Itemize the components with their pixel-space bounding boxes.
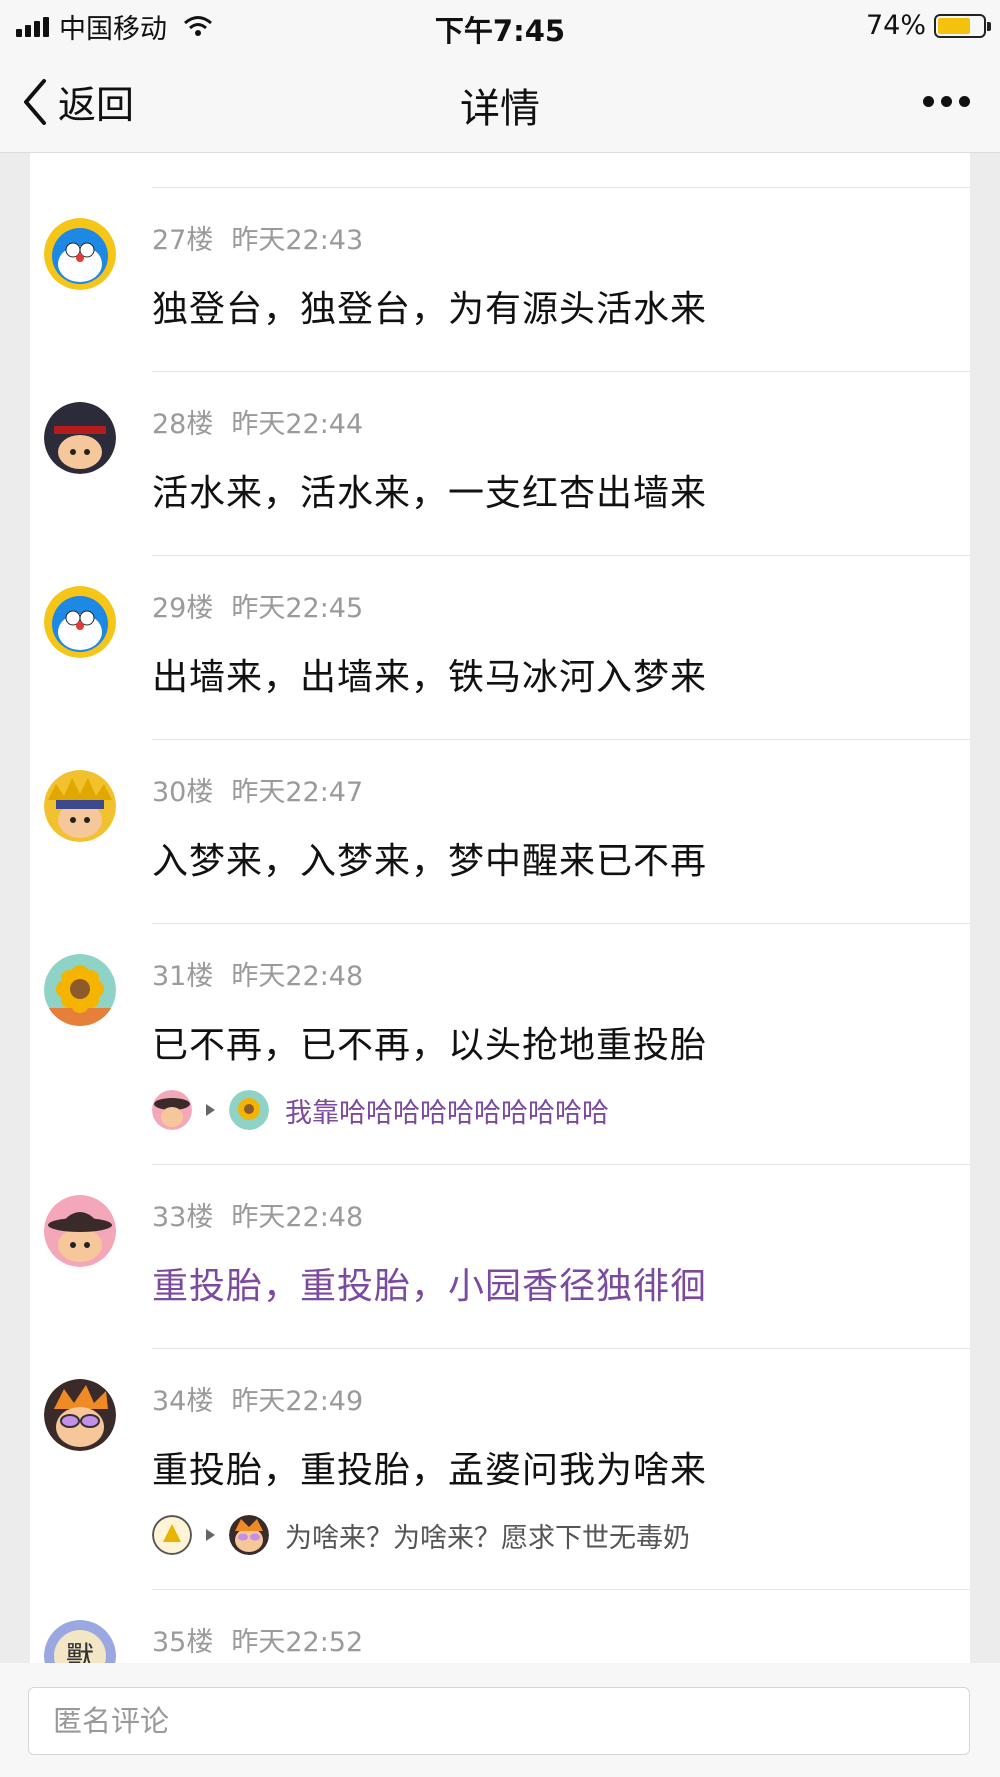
back-label: 返回 xyxy=(58,83,135,127)
black-hat-avatar[interactable] xyxy=(44,402,116,474)
reply-arrow-icon xyxy=(206,1104,215,1116)
comment-item: 33楼 昨天22:48 重投胎，重投胎，小园香径独徘徊 xyxy=(44,1165,970,1349)
comment-text: 重投胎，重投胎，孟婆问我为啥来 xyxy=(152,1450,708,1491)
beast-avatar[interactable]: 獸 xyxy=(44,1620,116,1663)
reply-target-avatar[interactable] xyxy=(229,1515,269,1555)
comment-text: 出墙来，出墙来，铁马冰河入梦来 xyxy=(152,657,708,698)
reply-row[interactable]: 为啥来？为啥来？愿求下世无毒奶 xyxy=(152,1513,690,1557)
back-button[interactable]: 返回 xyxy=(20,74,134,129)
reply-row[interactable]: 我靠哈哈哈哈哈哈哈哈哈哈 xyxy=(152,1088,609,1132)
replier-avatar[interactable] xyxy=(152,1515,192,1555)
floor-number: 33楼 xyxy=(152,1202,214,1233)
svg-text:獸: 獸 xyxy=(66,1640,94,1663)
floor-number: 30楼 xyxy=(152,777,214,808)
floor-number: 35楼 xyxy=(152,1627,214,1658)
comment-text: 独登台，独登台，为有源头活水来 xyxy=(152,289,708,330)
comment-text: 重投胎，重投胎，小园香径独徘徊 xyxy=(152,1266,708,1307)
comment-time: 昨天22:45 xyxy=(231,593,364,624)
more-icon[interactable] xyxy=(923,96,970,107)
wifi-icon xyxy=(184,16,212,36)
reply-arrow-icon xyxy=(206,1529,215,1541)
comment-time: 昨天22:47 xyxy=(231,777,364,808)
status-bar: 中国移动 下午7:45 74% xyxy=(0,0,1000,52)
comment-time: 昨天22:49 xyxy=(231,1386,364,1417)
sunglasses-avatar[interactable] xyxy=(44,1379,116,1451)
comment-input-bar: 匿名评论 xyxy=(0,1663,1000,1777)
comment-item: 34楼 昨天22:49 重投胎，重投胎，孟婆问我为啥来 为啥来？为啥来？愿求下世无… xyxy=(44,1349,970,1590)
comment-time: 昨天22:52 xyxy=(231,1627,364,1658)
comment-text: 入梦来，入梦来，梦中醒来已不再 xyxy=(152,841,708,882)
replier-avatar[interactable] xyxy=(152,1090,192,1130)
comment-item: 31楼 昨天22:48 已不再，已不再，以头抢地重投胎 我靠哈哈哈哈哈哈哈哈哈哈 xyxy=(44,924,970,1165)
floor-number: 34楼 xyxy=(152,1386,214,1417)
comment-item: 27楼 昨天22:43 独登台，独登台，为有源头活水来 xyxy=(44,187,970,372)
comment-time: 昨天22:44 xyxy=(231,409,364,440)
comment-time: 昨天22:43 xyxy=(231,225,364,256)
comment-item: 獸 35楼 昨天22:52 xyxy=(44,1590,970,1663)
chevron-left-icon xyxy=(24,78,46,125)
comment-text: 已不再，已不再，以头抢地重投胎 xyxy=(152,1025,708,1066)
page-title: 详情 xyxy=(460,86,540,132)
comment-time: 昨天22:48 xyxy=(231,1202,364,1233)
doraemon-avatar[interactable] xyxy=(44,218,116,290)
nav-bar: 返回 详情 xyxy=(0,52,1000,153)
signal-icon xyxy=(16,15,49,37)
anonymous-comment-input[interactable]: 匿名评论 xyxy=(28,1687,970,1755)
comment-text: 活水来，活水来，一支红杏出墙来 xyxy=(152,473,708,514)
comment-item: 28楼 昨天22:44 活水来，活水来，一支红杏出墙来 xyxy=(44,372,970,556)
comment-item: 30楼 昨天22:47 入梦来，入梦来，梦中醒来已不再 xyxy=(44,740,970,924)
battery-percent: 74% xyxy=(865,10,926,41)
comment-list: 27楼 昨天22:43 独登台，独登台，为有源头活水来 28楼 昨天22:44 活水… xyxy=(30,153,970,1663)
hat-avatar[interactable] xyxy=(44,1195,116,1267)
carrier-name: 中国移动 xyxy=(59,13,167,45)
sunflower-avatar[interactable] xyxy=(44,954,116,1026)
floor-number: 31楼 xyxy=(152,961,214,992)
floor-number: 27楼 xyxy=(152,225,214,256)
ninja-avatar[interactable] xyxy=(44,770,116,842)
reply-text: 为啥来？为啥来？愿求下世无毒奶 xyxy=(285,1522,690,1554)
doraemon-avatar[interactable] xyxy=(44,586,116,658)
comment-item: 29楼 昨天22:45 出墙来，出墙来，铁马冰河入梦来 xyxy=(44,556,970,740)
battery-icon xyxy=(934,13,991,38)
comment-time: 昨天22:48 xyxy=(231,961,364,992)
reply-text: 我靠哈哈哈哈哈哈哈哈哈哈 xyxy=(285,1097,609,1129)
floor-number: 29楼 xyxy=(152,593,214,624)
floor-number: 28楼 xyxy=(152,409,214,440)
reply-target-avatar[interactable] xyxy=(229,1090,269,1130)
